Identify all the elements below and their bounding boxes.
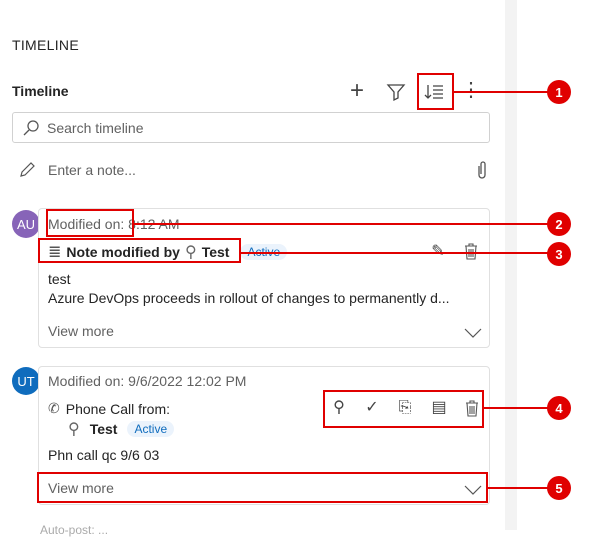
callout-4: 4: [547, 396, 571, 420]
next-item-partial: Auto-post: ...: [40, 523, 109, 537]
phone-call-title: ✆ Phone Call from:: [48, 400, 171, 417]
status-badge: Active: [127, 421, 175, 437]
attach-icon[interactable]: [476, 160, 488, 180]
pencil-icon: [20, 162, 35, 177]
callout-box-3: [38, 238, 241, 263]
callout-3: 3: [547, 242, 571, 266]
callout-box-2: [46, 209, 134, 237]
phone-call-body: Phn call qc 9/6 03: [48, 447, 160, 463]
callout-line-4: [484, 407, 548, 409]
callout-line-1: [454, 91, 548, 93]
note-body: Azure DevOps proceeds in rollout of chan…: [48, 290, 450, 306]
callout-2: 2: [547, 212, 571, 236]
phone-icon: ✆: [48, 400, 60, 416]
filter-icon[interactable]: [386, 82, 406, 107]
panel-divider: [505, 0, 517, 530]
search-icon: [23, 119, 39, 135]
more-icon[interactable]: ⋮: [459, 80, 483, 100]
callout-1: 1: [547, 80, 571, 104]
plus-icon[interactable]: +: [345, 79, 369, 103]
search-placeholder: Search timeline: [47, 119, 144, 136]
callout-box-5: [37, 472, 488, 503]
timeline-header: Timeline: [12, 83, 69, 99]
callout-box-4: [323, 390, 484, 428]
phone-call-from: ⚲ Test Active: [68, 419, 175, 439]
chevron-down-icon[interactable]: [464, 325, 482, 343]
note-body-title: test: [48, 271, 71, 287]
delete-icon[interactable]: [464, 243, 478, 265]
callout-line-3: [241, 252, 548, 254]
modified-on: Modified on: 9/6/2022 12:02 PM: [48, 373, 247, 389]
view-more-link[interactable]: View more: [48, 323, 114, 339]
search-input[interactable]: Search timeline: [12, 112, 490, 143]
note-input[interactable]: Enter a note...: [18, 160, 488, 180]
note-placeholder: Enter a note...: [48, 162, 136, 178]
callout-line-2: [134, 223, 548, 225]
callout-5: 5: [547, 476, 571, 500]
section-title: TIMELINE: [12, 37, 79, 53]
callout-line-5: [488, 487, 548, 489]
callout-box-1: [417, 73, 454, 110]
person-icon: ⚲: [68, 421, 80, 438]
avatar: AU: [12, 210, 40, 238]
avatar: UT: [12, 367, 40, 395]
